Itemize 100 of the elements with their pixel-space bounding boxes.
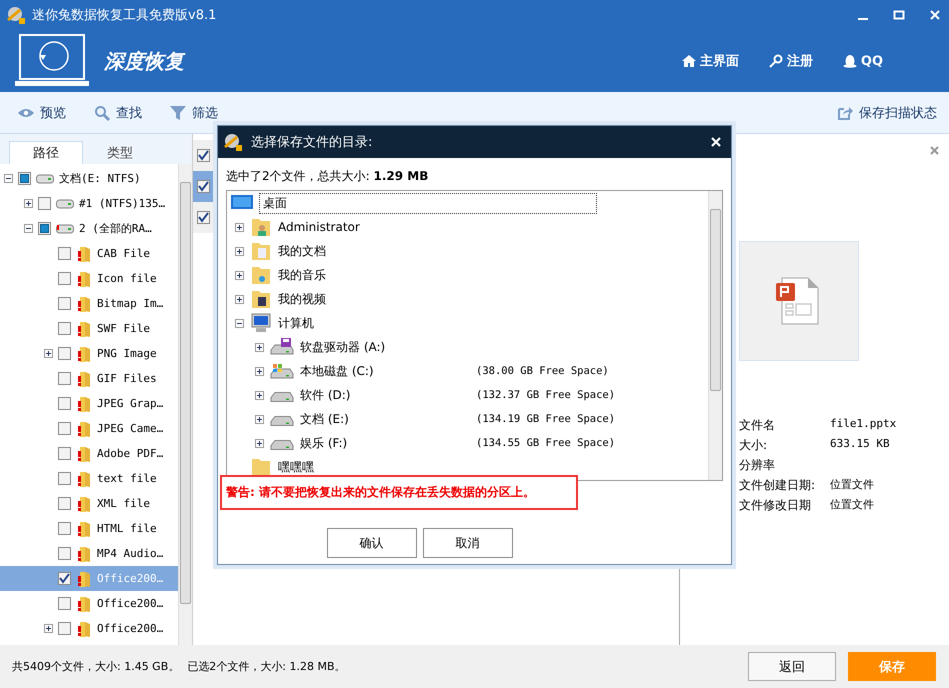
checkbox[interactable] bbox=[58, 622, 71, 635]
toolbar-button[interactable]: 筛选 bbox=[170, 104, 218, 122]
checkbox[interactable] bbox=[197, 211, 210, 224]
expand-icon[interactable] bbox=[255, 438, 264, 448]
checkbox[interactable] bbox=[58, 597, 71, 610]
free-space-text: (132.37 GB Free Space) bbox=[476, 389, 616, 401]
tree-item[interactable]: PNG Image bbox=[0, 341, 178, 366]
drive-icon bbox=[56, 224, 74, 234]
expand-icon[interactable] bbox=[255, 414, 264, 424]
tab[interactable]: 路径 bbox=[9, 141, 83, 164]
scrollbar[interactable] bbox=[708, 191, 722, 480]
folder-icon bbox=[76, 470, 92, 486]
detail-value: 位置文件 bbox=[830, 497, 875, 513]
tree-item[interactable]: Adobe PDF… bbox=[0, 441, 178, 466]
tree-label: Office200… bbox=[97, 622, 164, 635]
header-link[interactable]: 主界面 bbox=[682, 52, 739, 70]
key-icon bbox=[768, 54, 783, 68]
tree-item[interactable]: JPEG Grap… bbox=[0, 391, 178, 416]
toolbar-button[interactable]: 预览 bbox=[18, 104, 66, 122]
expand-icon[interactable] bbox=[44, 349, 53, 358]
expand-icon[interactable] bbox=[235, 294, 244, 304]
expand-icon[interactable] bbox=[255, 366, 264, 376]
tree-item[interactable]: GIF Files bbox=[0, 366, 178, 391]
checkbox[interactable] bbox=[197, 149, 210, 162]
checkbox[interactable] bbox=[58, 422, 71, 435]
tree-item[interactable]: #1 (NTFS)135… bbox=[0, 191, 178, 216]
tree-item[interactable]: Icon file bbox=[0, 266, 178, 291]
checkbox[interactable] bbox=[58, 247, 71, 260]
tab[interactable]: 类型 bbox=[83, 141, 157, 164]
checkbox[interactable] bbox=[197, 180, 210, 193]
folder-tree-item[interactable]: 我的视频 bbox=[278, 290, 326, 308]
folder-tree-item[interactable]: 本地磁盘 (C:) bbox=[300, 362, 374, 380]
expand-icon[interactable] bbox=[255, 342, 264, 352]
tree-item[interactable]: JPEG Came… bbox=[0, 416, 178, 441]
tree-item[interactable]: Bitmap Im… bbox=[0, 291, 178, 316]
checkbox[interactable] bbox=[58, 572, 71, 585]
checkbox[interactable] bbox=[58, 272, 71, 285]
folder-icon bbox=[76, 420, 92, 436]
folder-tree-item[interactable]: 文档 (E:) bbox=[300, 410, 349, 428]
tree-label: JPEG Came… bbox=[97, 422, 164, 435]
free-space-text: (134.19 GB Free Space) bbox=[476, 413, 616, 425]
selected-files-text: 已选2个文件，大小: 1.28 MB。 bbox=[187, 659, 346, 674]
tree-label: CAB File bbox=[97, 247, 150, 260]
maximize-icon[interactable] bbox=[893, 9, 905, 21]
save-scan-button[interactable]: 保存扫描状态 bbox=[838, 104, 937, 122]
folder-icon bbox=[250, 265, 272, 285]
tree-item[interactable]: SWF File bbox=[0, 316, 178, 341]
checkbox[interactable] bbox=[58, 347, 71, 360]
tree-label: GIF Files bbox=[97, 372, 157, 385]
tree-item[interactable]: Office200… bbox=[0, 616, 178, 641]
tree-item[interactable]: text file bbox=[0, 466, 178, 491]
tree-item[interactable]: XML file bbox=[0, 491, 178, 516]
tree-label: Bitmap Im… bbox=[97, 297, 164, 310]
folder-tree-item[interactable]: 计算机 bbox=[278, 314, 314, 332]
tree-item[interactable]: Office200… bbox=[0, 591, 178, 616]
header-link[interactable]: QQ bbox=[842, 52, 883, 70]
folder-icon bbox=[76, 346, 92, 362]
expand-icon[interactable] bbox=[235, 270, 244, 280]
tree-label: PNG Image bbox=[97, 347, 157, 360]
checkbox[interactable] bbox=[38, 197, 51, 210]
checkbox[interactable] bbox=[58, 472, 71, 485]
expand-icon[interactable] bbox=[235, 246, 244, 256]
folder-tree-item[interactable]: 软盘驱动器 (A:) bbox=[300, 338, 386, 356]
expand-icon[interactable] bbox=[255, 390, 264, 400]
tree-item[interactable]: HTML file bbox=[0, 516, 178, 541]
folder-icon bbox=[250, 241, 272, 261]
folder-icon bbox=[76, 546, 92, 562]
checkbox[interactable] bbox=[58, 372, 71, 385]
checkbox[interactable] bbox=[58, 397, 71, 410]
window-title: 迷你兔数据恢复工具免费版v8.1 bbox=[32, 7, 216, 24]
toolbar-button[interactable]: 查找 bbox=[94, 104, 142, 122]
tree-item[interactable]: 文档(E: NTFS) bbox=[0, 166, 178, 191]
confirm-button[interactable]: 确认 bbox=[326, 528, 416, 558]
expand-icon[interactable] bbox=[44, 624, 53, 633]
header-link[interactable]: 注册 bbox=[768, 52, 813, 70]
collapse-icon[interactable] bbox=[235, 318, 244, 328]
folder-tree-item[interactable]: 娱乐 (F:) bbox=[300, 434, 348, 452]
checkbox[interactable] bbox=[58, 322, 71, 335]
collapse-icon[interactable] bbox=[4, 174, 13, 183]
checkbox[interactable] bbox=[58, 522, 71, 535]
tree-item[interactable]: 2 (全部的RA… bbox=[0, 216, 178, 241]
cancel-button[interactable]: 取消 bbox=[422, 528, 512, 558]
expand-icon[interactable] bbox=[235, 222, 244, 232]
scrollbar[interactable] bbox=[178, 164, 192, 645]
collapse-icon[interactable] bbox=[24, 224, 33, 233]
tree-item[interactable]: MP4 Audio… bbox=[0, 541, 178, 566]
folder-tree-item[interactable]: 我的文档 bbox=[278, 242, 326, 260]
checkbox[interactable] bbox=[58, 547, 71, 560]
checkbox[interactable] bbox=[58, 497, 71, 510]
folder-tree-item[interactable]: Administrator bbox=[278, 220, 360, 234]
checkbox[interactable] bbox=[58, 297, 71, 310]
folder-tree-item[interactable]: 嘿嘿嘿 bbox=[278, 458, 314, 476]
tree-item[interactable]: CAB File bbox=[0, 241, 178, 266]
folder-tree-item[interactable]: 桌面 bbox=[259, 192, 597, 214]
back-button[interactable]: 返回 bbox=[748, 652, 836, 681]
checkbox[interactable] bbox=[58, 447, 71, 460]
folder-tree-item[interactable]: 我的音乐 bbox=[278, 266, 326, 284]
expand-icon[interactable] bbox=[24, 199, 33, 208]
folder-icon bbox=[76, 270, 92, 286]
folder-tree-item[interactable]: 软件 (D:) bbox=[300, 386, 350, 404]
